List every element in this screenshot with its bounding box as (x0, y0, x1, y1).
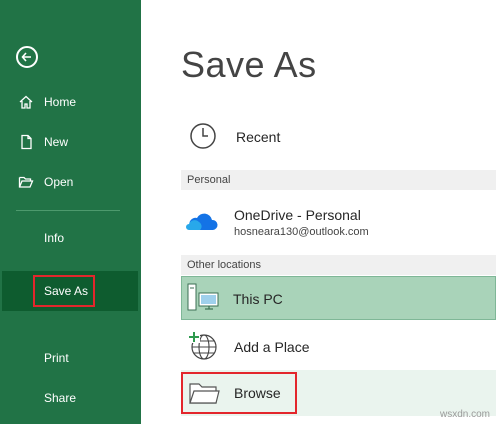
clock-icon (190, 123, 216, 149)
location-add-a-place[interactable]: Add a Place (181, 326, 496, 368)
backstage-sidebar: Home New Open Info Save Save As Print Sh… (0, 0, 141, 424)
nav-open-label: Open (44, 175, 74, 189)
nav-open[interactable]: Open (0, 162, 141, 202)
back-button[interactable] (16, 46, 38, 68)
browse-highlight (181, 372, 297, 414)
back-arrow-icon (21, 52, 31, 62)
nav-new[interactable]: New (0, 122, 141, 162)
sidebar-divider (16, 210, 120, 211)
computer-icon (187, 283, 219, 311)
nav-print[interactable]: Print (0, 338, 141, 378)
watermark-text: wsxdn.com (439, 409, 490, 420)
nav-share[interactable]: Share (0, 378, 141, 418)
section-header-other-locations: Other locations (181, 255, 496, 275)
nav-home[interactable]: Home (0, 82, 141, 122)
onedrive-account: hosneara130@outlook.com (234, 226, 369, 238)
location-this-pc[interactable]: This PC (181, 276, 496, 320)
nav-home-label: Home (44, 95, 77, 109)
nav-share-label: Share (44, 391, 77, 405)
nav-new-label: New (44, 135, 69, 149)
recent-label: Recent (236, 129, 281, 145)
page-title: Save As (181, 44, 317, 85)
this-pc-label: This PC (233, 291, 283, 307)
save-as-highlight (33, 275, 95, 307)
location-onedrive[interactable]: OneDrive - Personal hosneara130@outlook.… (181, 200, 496, 246)
folder-open-icon (18, 176, 34, 188)
nav-print-label: Print (44, 351, 69, 365)
nav-info[interactable]: Info (0, 218, 141, 258)
globe-add-icon (188, 331, 217, 360)
home-icon (19, 95, 33, 109)
add-a-place-label: Add a Place (234, 339, 310, 355)
nav-info-label: Info (44, 231, 65, 245)
location-recent[interactable]: Recent (181, 116, 496, 160)
section-header-personal: Personal (181, 170, 496, 190)
onedrive-cloud-icon (186, 213, 218, 230)
onedrive-label: OneDrive - Personal (234, 207, 361, 223)
new-document-icon (21, 134, 32, 150)
